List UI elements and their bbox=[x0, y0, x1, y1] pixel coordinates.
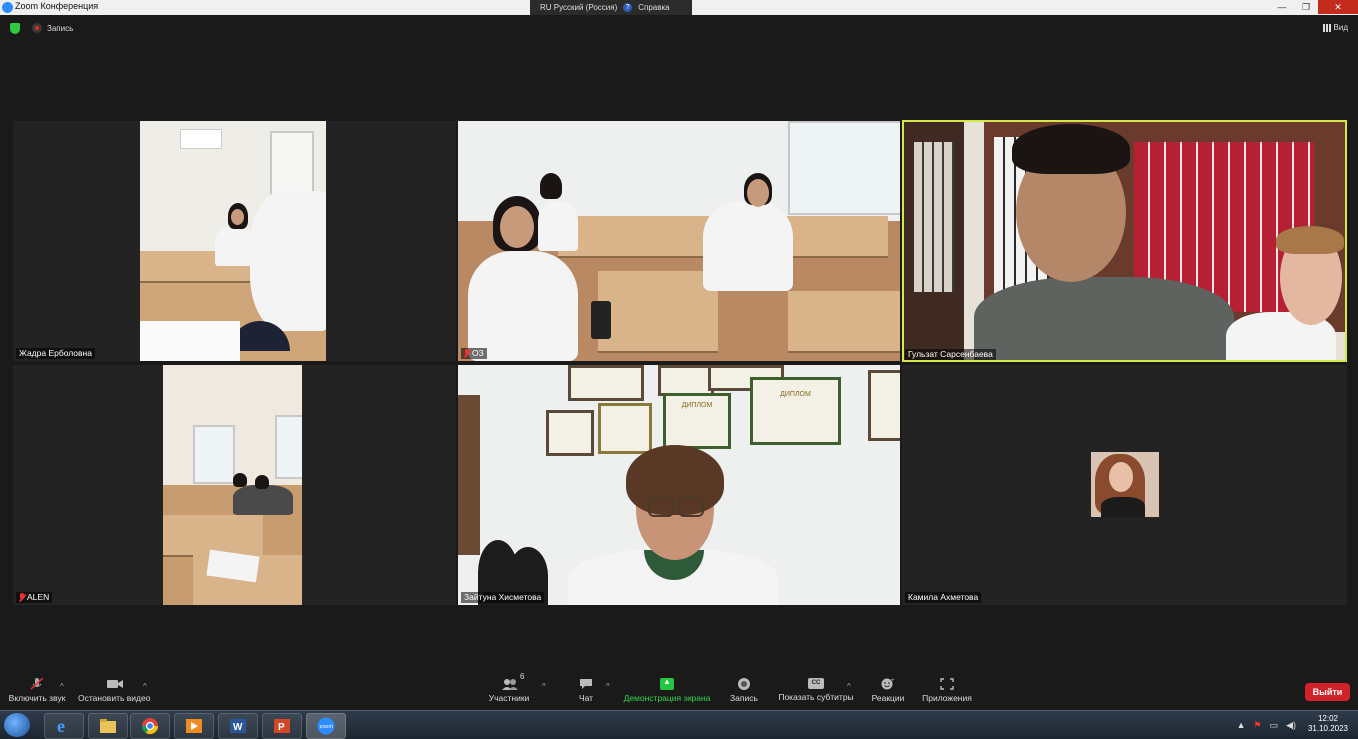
video-tile-4[interactable]: ALEN bbox=[13, 365, 456, 605]
file-explorer-icon[interactable] bbox=[88, 713, 128, 739]
meeting-top-bar: Запись Вид bbox=[0, 18, 1358, 40]
video-tile-2[interactable]: ОЗ bbox=[458, 121, 900, 361]
security-shield-icon[interactable] bbox=[10, 23, 20, 34]
video-feed bbox=[140, 121, 326, 361]
start-button[interactable] bbox=[4, 713, 30, 737]
video-feed bbox=[458, 121, 900, 361]
chat-icon bbox=[579, 678, 593, 690]
audio-options-caret[interactable]: ^ bbox=[60, 682, 64, 691]
record-button[interactable]: Запись bbox=[728, 678, 760, 703]
stop-video-button[interactable]: Остановить видео bbox=[78, 678, 150, 703]
participant-name: Зайтуна Хисметова bbox=[461, 592, 545, 603]
video-tile-6[interactable]: Камила Ахметова bbox=[902, 365, 1347, 605]
apps-icon bbox=[940, 678, 954, 690]
mic-muted-icon bbox=[19, 593, 25, 602]
reactions-button[interactable]: + Реакции bbox=[870, 678, 906, 703]
chrome-icon[interactable] bbox=[130, 713, 170, 739]
language-bar[interactable]: RU Русский (Россия) ? Справка bbox=[530, 0, 692, 15]
video-tile-1[interactable]: Жадра Ерболовна bbox=[13, 121, 456, 361]
meeting-toolbar: Включить звук ^ Остановить видео ^ Участ… bbox=[0, 672, 1358, 710]
participant-name: Камила Ахметова bbox=[905, 592, 982, 603]
svg-text:W: W bbox=[233, 722, 243, 733]
participant-name: Гульзат Сарсенбаева bbox=[905, 349, 996, 360]
reactions-icon: + bbox=[881, 678, 895, 690]
network-icon[interactable]: ▭ bbox=[1270, 720, 1279, 731]
maximize-button[interactable]: ❐ bbox=[1294, 0, 1318, 14]
participants-count: 6 bbox=[520, 672, 525, 681]
video-tile-3[interactable]: Гульзат Сарсенбаева bbox=[902, 120, 1347, 362]
minimize-button[interactable]: — bbox=[1270, 0, 1294, 14]
close-button[interactable]: ✕ bbox=[1318, 0, 1358, 14]
share-screen-icon bbox=[660, 677, 674, 690]
zoom-taskbar-icon[interactable]: zoom bbox=[306, 713, 346, 739]
help-link[interactable]: Справка bbox=[638, 3, 669, 12]
internet-explorer-icon[interactable]: e bbox=[44, 713, 84, 739]
view-label: Вид bbox=[1333, 23, 1348, 32]
participants-icon bbox=[502, 678, 518, 690]
system-tray[interactable]: ▲ ⚑ ▭ ◀) bbox=[1237, 720, 1296, 731]
captions-button[interactable]: CC Показать субтитры bbox=[778, 678, 854, 702]
apps-button[interactable]: Приложения bbox=[920, 678, 974, 703]
chat-button[interactable]: Чат bbox=[574, 678, 598, 703]
view-button[interactable]: Вид bbox=[1322, 23, 1348, 32]
window-title: Zoom Конференция bbox=[15, 1, 99, 11]
windows-taskbar: e W P zoom ▲ ⚑ ▭ ◀) 12:02 31.10.2023 bbox=[0, 710, 1358, 739]
language-indicator[interactable]: RU Русский (Россия) bbox=[540, 3, 617, 12]
svg-text:zoom: zoom bbox=[320, 724, 334, 730]
video-camera-icon bbox=[107, 678, 123, 690]
zoom-app-icon bbox=[2, 2, 13, 13]
volume-icon[interactable]: ◀) bbox=[1286, 720, 1296, 731]
clock[interactable]: 12:02 31.10.2023 bbox=[1308, 714, 1348, 734]
recording-label: Запись bbox=[47, 24, 74, 33]
clock-time: 12:02 bbox=[1317, 714, 1338, 723]
video-feed bbox=[904, 122, 1345, 360]
participant-name: Жадра Ерболовна bbox=[16, 348, 95, 359]
participants-button[interactable]: Участники bbox=[486, 678, 532, 703]
chat-options-caret[interactable]: ^ bbox=[606, 682, 610, 691]
powerpoint-icon[interactable]: P bbox=[262, 713, 302, 739]
video-feed bbox=[163, 365, 302, 605]
mic-muted-icon bbox=[30, 677, 44, 690]
video-tile-5[interactable]: ДИПЛОМ ДИПЛОМ Зайтуна Хисметова bbox=[458, 365, 900, 605]
participant-name: ALEN bbox=[16, 592, 53, 603]
video-options-caret[interactable]: ^ bbox=[143, 682, 147, 691]
closed-captions-icon: CC bbox=[808, 678, 824, 689]
media-player-icon[interactable] bbox=[174, 713, 214, 739]
captions-options-caret[interactable]: ^ bbox=[847, 682, 851, 691]
mic-muted-icon bbox=[464, 349, 470, 358]
diploma-frame: ДИПЛОМ bbox=[750, 377, 841, 445]
video-feed: ДИПЛОМ ДИПЛОМ bbox=[458, 365, 900, 605]
svg-text:e: e bbox=[57, 717, 65, 735]
share-screen-button[interactable]: Демонстрация экрана bbox=[622, 677, 712, 703]
word-icon[interactable]: W bbox=[218, 713, 258, 739]
window-controls: — ❐ ✕ bbox=[1270, 0, 1358, 15]
participant-avatar bbox=[1091, 452, 1159, 517]
participant-name: ОЗ bbox=[461, 348, 487, 359]
svg-text:+: + bbox=[891, 678, 895, 684]
recording-icon bbox=[32, 23, 42, 33]
svg-text:P: P bbox=[278, 722, 285, 733]
tray-expand-icon[interactable]: ▲ bbox=[1237, 720, 1246, 731]
leave-meeting-button[interactable]: Выйти bbox=[1305, 683, 1350, 701]
participants-options-caret[interactable]: ^ bbox=[542, 682, 546, 691]
help-icon: ? bbox=[623, 3, 633, 12]
clock-date: 31.10.2023 bbox=[1307, 724, 1348, 733]
grid-icon bbox=[1322, 23, 1331, 32]
diploma-frame: ДИПЛОМ bbox=[663, 393, 731, 449]
record-icon bbox=[737, 678, 751, 690]
action-center-flag-icon[interactable]: ⚑ bbox=[1253, 720, 1261, 731]
unmute-button[interactable]: Включить звук bbox=[6, 677, 68, 703]
